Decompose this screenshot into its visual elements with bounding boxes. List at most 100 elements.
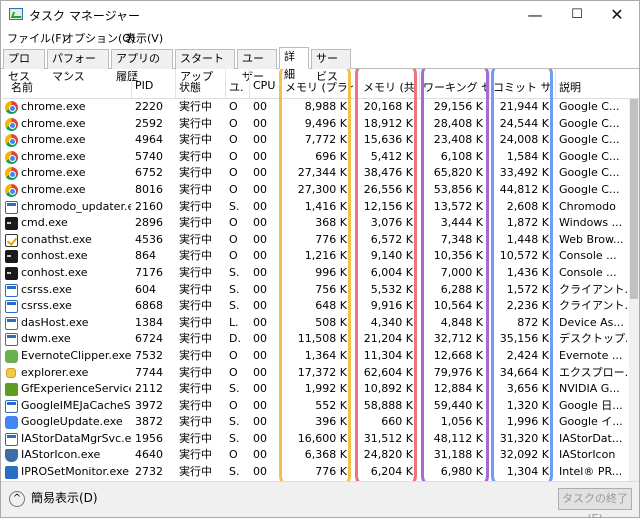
process-row[interactable]: dwm.exe 6724 実行中 D. 00 11,508 K 21,204 K 32,712… bbox=[3, 331, 628, 348]
process-row[interactable]: IAStorIcon.exe 4640 実行中 O 00 6,368 K 24,820 K 3… bbox=[3, 447, 628, 464]
cell-memory-private: 7,772 K bbox=[304, 133, 347, 147]
process-row[interactable]: explorer.exe 7744 実行中 O 00 17,372 K 62,604 K 79… bbox=[3, 365, 628, 382]
column-header-working-set[interactable]: ワーキング セ... bbox=[423, 79, 487, 95]
menu-file[interactable]: ファイル(F) bbox=[7, 30, 66, 46]
cell-working-set: 1,056 K bbox=[440, 415, 483, 429]
process-row[interactable]: GfExperienceService.... 2112 実行中 S. 00 1,992 … bbox=[3, 381, 628, 398]
shield-process-icon bbox=[5, 449, 18, 463]
column-header-description[interactable]: 説明 bbox=[559, 79, 619, 95]
chrome-process-icon bbox=[5, 150, 18, 164]
cell-name: IAStorIcon.exe bbox=[21, 448, 101, 462]
cell-description: Web Brow... bbox=[559, 232, 624, 246]
title-bar[interactable]: タスク マネージャー — ☐ ✕ bbox=[1, 1, 639, 29]
process-row[interactable]: chromodo_updater.e... 2160 実行中 S. 00 1,416 K 1… bbox=[3, 199, 628, 216]
column-header-cpu[interactable]: CPU bbox=[253, 79, 281, 92]
cell-description: Google C... bbox=[559, 116, 620, 130]
vertical-scrollbar[interactable] bbox=[629, 99, 639, 481]
process-row[interactable]: cmd.exe 2896 実行中 O 00 368 K 3,076 K 3,444 K 1,87… bbox=[3, 215, 628, 232]
column-header-name[interactable]: 名前 bbox=[11, 79, 131, 95]
tab-details[interactable]: 詳細 bbox=[279, 47, 309, 81]
column-separator[interactable] bbox=[419, 69, 420, 99]
cell-working-set: 10,356 K bbox=[433, 249, 483, 263]
cell-memory-private: 508 K bbox=[315, 315, 347, 329]
cell-name: chrome.exe bbox=[21, 166, 86, 180]
cell-cpu: 00 bbox=[253, 332, 267, 346]
column-separator[interactable] bbox=[249, 69, 250, 99]
column-separator[interactable] bbox=[489, 69, 490, 99]
tab-startup[interactable]: スタートアップ bbox=[175, 49, 235, 83]
process-row[interactable]: GoogleUpdate.exe 3872 実行中 S. 00 396 K 660 K 1,0… bbox=[3, 414, 628, 431]
cell-description: Intel® PR... bbox=[559, 465, 623, 479]
process-row[interactable]: IAStorDataMgrSvc.exe 1956 実行中 S. 00 16,600 K 3… bbox=[3, 431, 628, 448]
cell-cpu: 00 bbox=[253, 100, 267, 113]
process-row[interactable]: EvernoteClipper.exe 7532 実行中 O 00 1,364 K 11,3… bbox=[3, 348, 628, 365]
process-row[interactable]: chrome.exe 5740 実行中 O 00 696 K 5,412 K 6,108 K 1… bbox=[3, 149, 628, 166]
end-task-button[interactable]: タスクの終了(E) bbox=[558, 488, 632, 518]
column-header-memory-private[interactable]: メモリ (プライ... bbox=[285, 79, 353, 95]
process-row[interactable]: chrome.exe 8016 実行中 O 00 27,300 K 26,556 K 53,8… bbox=[3, 182, 628, 199]
cell-commit-size: 24,544 K bbox=[499, 116, 549, 130]
cell-cpu: 00 bbox=[253, 166, 267, 180]
column-header-commit-size[interactable]: コミット サイズ bbox=[493, 79, 553, 95]
cell-user: O bbox=[229, 232, 238, 246]
tab-services[interactable]: サービス bbox=[311, 49, 351, 83]
cell-commit-size: 21,944 K bbox=[499, 100, 549, 113]
process-row[interactable]: conhost.exe 864 実行中 O 00 1,216 K 9,140 K 10,356… bbox=[3, 248, 628, 265]
process-row[interactable]: csrss.exe 6868 実行中 S. 00 648 K 9,916 K 10,564 K… bbox=[3, 298, 628, 315]
process-row[interactable]: conhost.exe 7176 実行中 S. 00 996 K 6,004 K 7,000 … bbox=[3, 265, 628, 282]
tab-processes[interactable]: プロセス bbox=[3, 49, 45, 83]
column-header-pid[interactable]: PID bbox=[135, 79, 175, 92]
process-row[interactable]: chrome.exe 2592 実行中 O 00 9,496 K 18,912 K 28,40… bbox=[3, 116, 628, 133]
column-separator[interactable] bbox=[225, 69, 226, 99]
minimize-button[interactable]: — bbox=[515, 1, 555, 29]
close-button[interactable]: ✕ bbox=[597, 1, 637, 29]
process-row[interactable]: chrome.exe 2220 実行中 O 00 8,988 K 20,168 K 29,15… bbox=[3, 99, 628, 116]
column-separator[interactable] bbox=[131, 69, 132, 99]
column-header-memory-shared[interactable]: メモリ (共... bbox=[363, 79, 419, 95]
cell-pid: 4964 bbox=[135, 133, 163, 147]
column-separator[interactable] bbox=[555, 69, 556, 99]
tab-app-history[interactable]: アプリの履歴 bbox=[111, 49, 173, 83]
cell-pid: 4640 bbox=[135, 448, 163, 462]
column-header-user[interactable]: ユ. bbox=[229, 79, 249, 95]
cell-status: 実行中 bbox=[179, 265, 212, 279]
cell-status: 実行中 bbox=[179, 116, 212, 130]
cell-user: O bbox=[229, 116, 238, 130]
fewer-details-button[interactable]: ^ 簡易表示(D) bbox=[9, 488, 98, 508]
cell-description: Google 日... bbox=[559, 398, 623, 412]
cell-memory-shared: 9,916 K bbox=[370, 299, 413, 313]
cell-description: Google C... bbox=[559, 166, 620, 180]
cell-working-set: 48,112 K bbox=[433, 431, 483, 445]
column-separator[interactable] bbox=[281, 69, 282, 99]
win-process-icon bbox=[5, 333, 18, 347]
column-header-status[interactable]: 状態 bbox=[179, 79, 225, 95]
cell-description: Google C... bbox=[559, 149, 620, 163]
win-process-icon bbox=[5, 200, 18, 214]
cell-working-set: 31,188 K bbox=[433, 448, 483, 462]
tab-users[interactable]: ユーザー bbox=[237, 49, 277, 83]
process-row[interactable]: GoogleIMEJaCacheS... 3972 実行中 O 00 552 K 58,88… bbox=[3, 398, 628, 415]
cell-pid: 1384 bbox=[135, 315, 163, 329]
cell-name: dwm.exe bbox=[21, 332, 71, 346]
cell-working-set: 6,288 K bbox=[440, 282, 483, 296]
cell-name: chromodo_updater.e... bbox=[21, 199, 131, 213]
maximize-button[interactable]: ☐ bbox=[557, 1, 597, 29]
process-row[interactable]: conathst.exe 4536 実行中 O 00 776 K 6,572 K 7,348 … bbox=[3, 232, 628, 249]
process-row[interactable]: csrss.exe 604 実行中 S. 00 756 K 5,532 K 6,288 K 1,… bbox=[3, 282, 628, 299]
tab-performance[interactable]: パフォーマンス bbox=[47, 49, 109, 83]
scrollbar-thumb[interactable] bbox=[630, 99, 638, 299]
menu-view[interactable]: 表示(V) bbox=[125, 30, 163, 46]
process-row[interactable]: chrome.exe 6752 実行中 O 00 27,344 K 38,476 K 65,8… bbox=[3, 165, 628, 182]
cell-cpu: 00 bbox=[253, 265, 267, 279]
green-process-icon bbox=[5, 349, 18, 363]
process-row[interactable]: chrome.exe 4964 実行中 O 00 7,772 K 15,636 K 23,40… bbox=[3, 132, 628, 149]
column-separator[interactable] bbox=[355, 69, 356, 99]
process-row[interactable]: IPROSetMonitor.exe 2732 実行中 S. 00 776 K 6,204 … bbox=[3, 464, 628, 481]
cell-commit-size: 1,448 K bbox=[506, 232, 549, 246]
cell-working-set: 23,408 K bbox=[433, 133, 483, 147]
column-separator[interactable] bbox=[175, 69, 176, 99]
cell-pid: 6868 bbox=[135, 299, 163, 313]
chrome-process-icon bbox=[5, 183, 18, 197]
process-row[interactable]: dasHost.exe 1384 実行中 L. 00 508 K 4,340 K 4,848 … bbox=[3, 315, 628, 332]
cell-pid: 3972 bbox=[135, 398, 163, 412]
